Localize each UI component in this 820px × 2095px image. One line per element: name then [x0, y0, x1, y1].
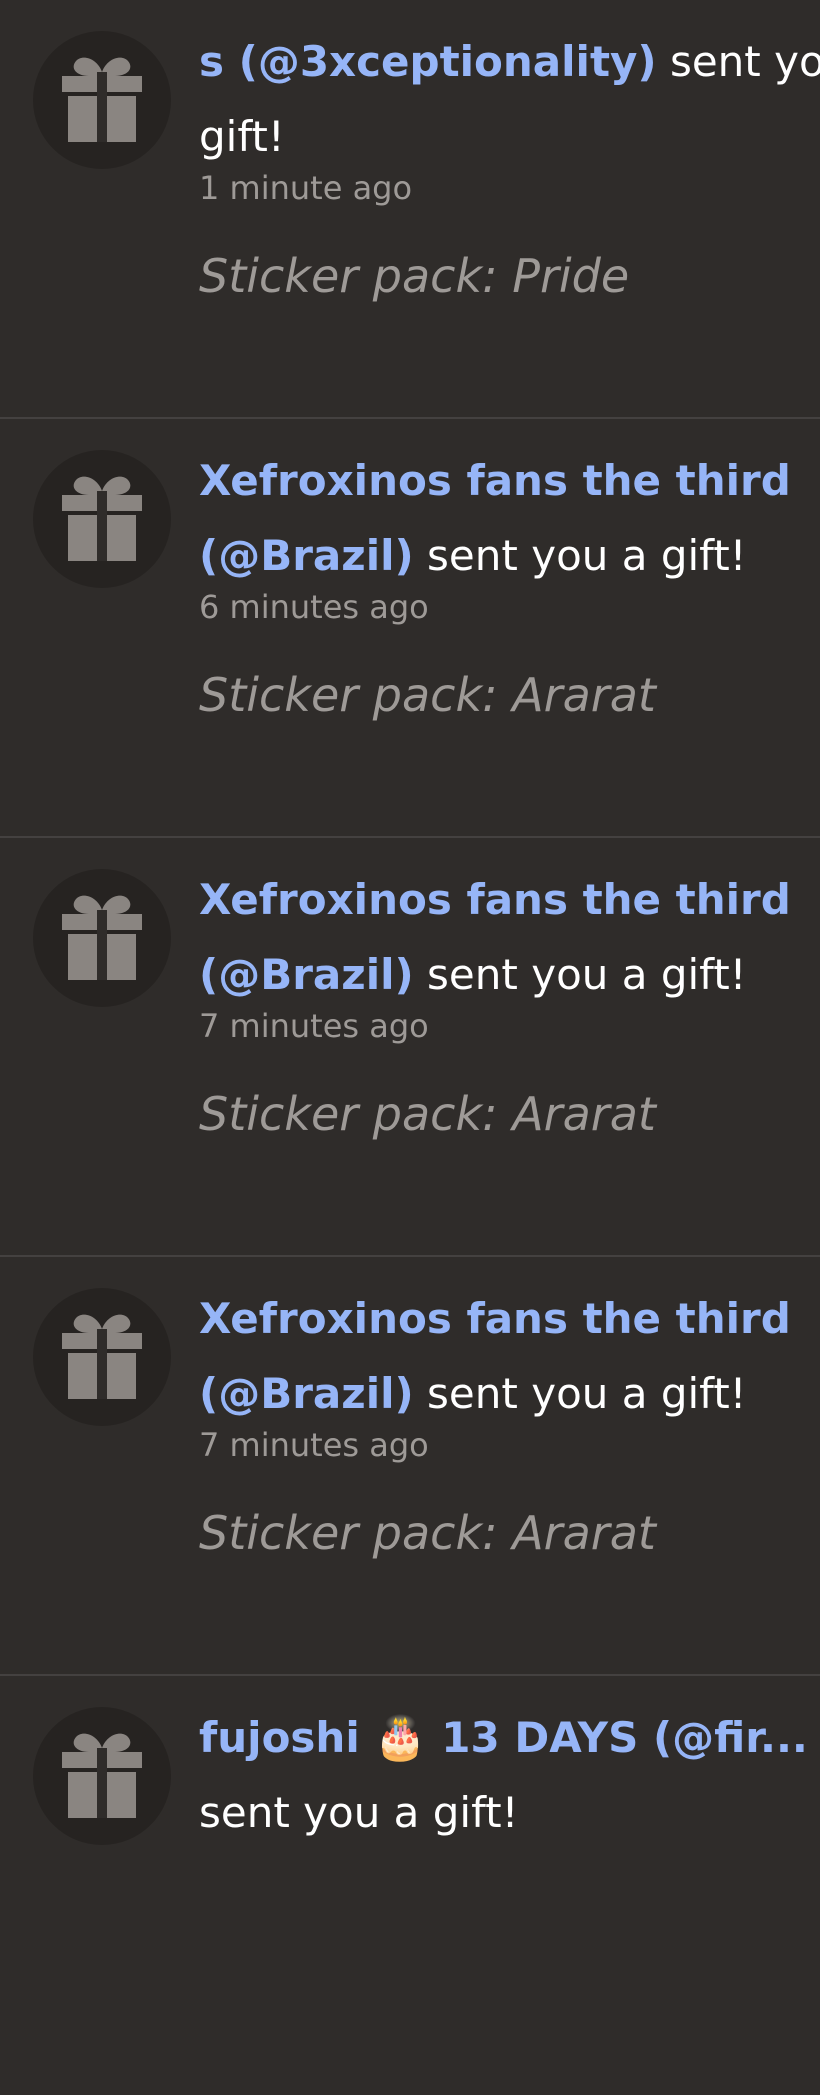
notification-headline: s (@3xceptionality) sent you a gift! [199, 24, 820, 174]
gift-subject: Sticker pack: Ararat [199, 1506, 656, 1560]
gift-subject: Sticker pack: Ararat [199, 668, 656, 722]
notification-content: Xefroxinos fans the third (@Brazil) sent… [199, 862, 820, 1144]
timestamp: 1 minute ago [199, 169, 413, 207]
notification-item[interactable]: Xefroxinos fans the third (@Brazil) sent… [0, 1257, 820, 1676]
notification-item[interactable]: Xefroxinos fans the third (@Brazil) sent… [0, 838, 820, 1257]
gift-icon [62, 1314, 142, 1399]
notification-action: sent you a gift! [413, 531, 747, 580]
notification-action: sent you a gift! [413, 1369, 747, 1418]
gift-avatar[interactable] [33, 1288, 171, 1426]
notification-content: fujoshi 🎂 13 DAYS (@fir... sent you a gi… [199, 1700, 820, 1882]
notification-item[interactable]: fujoshi 🎂 13 DAYS (@fir... sent you a gi… [0, 1676, 820, 2095]
gift-icon [62, 895, 142, 980]
gift-icon [62, 1733, 142, 1818]
notification-content: Xefroxinos fans the third (@Brazil) sent… [199, 443, 820, 725]
notification-headline: Xefroxinos fans the third (@Brazil) sent… [199, 443, 819, 593]
notification-item[interactable]: Xefroxinos fans the third (@Brazil) sent… [0, 419, 820, 838]
notification-action: sent you a gift! [199, 1788, 519, 1837]
sender-link[interactable]: fujoshi 🎂 13 DAYS (@fir... [199, 1713, 808, 1762]
gift-avatar[interactable] [33, 1707, 171, 1845]
timestamp: 6 minutes ago [199, 588, 429, 626]
notification-item[interactable]: s (@3xceptionality) sent you a gift! 1 m… [0, 0, 820, 419]
notification-feed: s (@3xceptionality) sent you a gift! 1 m… [0, 0, 820, 2095]
notification-headline: Xefroxinos fans the third (@Brazil) sent… [199, 862, 819, 1012]
timestamp: 7 minutes ago [199, 1426, 429, 1464]
gift-icon [62, 57, 142, 142]
notification-headline: fujoshi 🎂 13 DAYS (@fir... sent you a gi… [199, 1700, 819, 1850]
gift-avatar[interactable] [33, 31, 171, 169]
notification-content: Xefroxinos fans the third (@Brazil) sent… [199, 1281, 820, 1563]
notification-action: sent you a gift! [413, 950, 747, 999]
gift-icon [62, 476, 142, 561]
gift-subject: Sticker pack: Ararat [199, 1087, 656, 1141]
gift-subject: Sticker pack: Pride [199, 249, 630, 303]
gift-avatar[interactable] [33, 450, 171, 588]
gift-avatar[interactable] [33, 869, 171, 1007]
notification-content: s (@3xceptionality) sent you a gift! 1 m… [199, 24, 820, 306]
notification-headline: Xefroxinos fans the third (@Brazil) sent… [199, 1281, 819, 1431]
sender-link[interactable]: s (@3xceptionality) [199, 37, 657, 86]
timestamp: 7 minutes ago [199, 1007, 429, 1045]
